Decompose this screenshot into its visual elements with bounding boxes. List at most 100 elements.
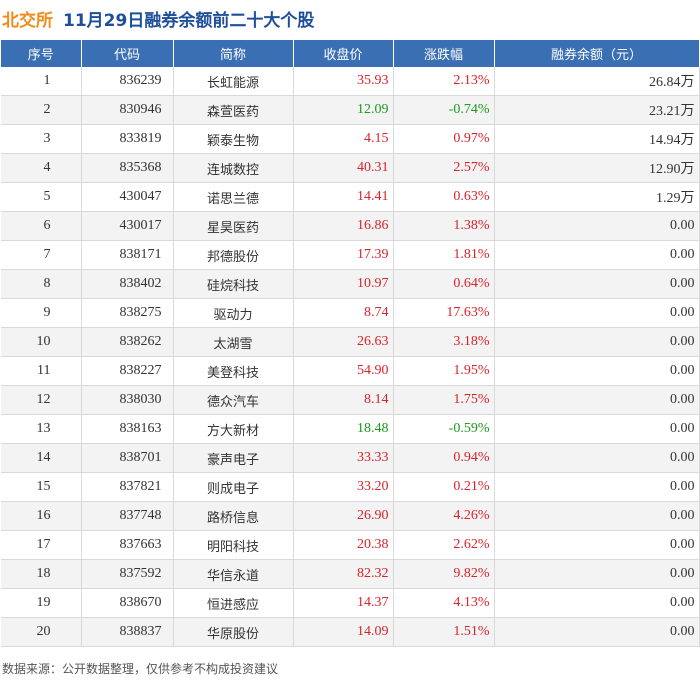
table-row: 10 838262 太湖雪 26.63 3.18% 0.00 [1,327,700,357]
table-row: 7 838171 邦德股份 17.39 1.81% 0.00 [1,240,700,270]
cell-change: 9.82% [393,559,495,589]
cell-change: 1.81% [393,240,495,270]
cell-close: 8.14 [293,385,394,415]
cell-change: 0.94% [393,443,495,473]
table-row: 9 838275 驱动力 8.74 17.63% 0.00 [1,298,700,328]
cell-close: 82.32 [293,559,394,589]
cell-index: 6 [1,211,82,241]
cell-index: 17 [1,530,82,560]
table-row: 8 838402 硅烷科技 10.97 0.64% 0.00 [1,269,700,299]
column-header-close: 收盘价 [293,40,394,67]
cell-change: 0.63% [393,182,495,212]
cell-close: 12.09 [293,95,394,125]
table-row: 3 833819 颖泰生物 4.15 0.97% 14.94万 [1,124,700,154]
cell-balance: 0.00 [494,298,700,328]
cell-index: 5 [1,182,82,212]
margin-short-table: 序号 代码 简称 收盘价 涨跌幅 融券余额（元） 1 836239 长虹能源 35.9… [1,40,700,647]
table-body: 1 836239 长虹能源 35.93 2.13% 26.84万 2 830946 森萱医药 12… [1,67,700,647]
cell-close: 4.15 [293,124,394,154]
cell-close: 8.74 [293,298,394,328]
cell-code: 430017 [81,211,174,241]
table-row: 16 837748 路桥信息 26.90 4.26% 0.00 [1,501,700,531]
cell-change: 1.75% [393,385,495,415]
cell-close: 26.90 [293,501,394,531]
cell-name: 诺思兰德 [173,182,294,212]
cell-balance: 0.00 [494,414,700,444]
cell-balance: 0.00 [494,327,700,357]
cell-change: 2.57% [393,153,495,183]
cell-close: 17.39 [293,240,394,270]
cell-change: 3.18% [393,327,495,357]
cell-change: -0.59% [393,414,495,444]
cell-balance: 0.00 [494,530,700,560]
cell-name: 驱动力 [173,298,294,328]
cell-name: 太湖雪 [173,327,294,357]
cell-balance: 23.21万 [494,95,700,125]
cell-name: 明阳科技 [173,530,294,560]
cell-balance: 1.29万 [494,182,700,212]
brand-label: 北交所 [2,10,53,31]
cell-balance: 0.00 [494,559,700,589]
cell-name: 路桥信息 [173,501,294,531]
cell-index: 20 [1,617,82,647]
cell-code: 838171 [81,240,174,270]
cell-change: -0.74% [393,95,495,125]
cell-index: 18 [1,559,82,589]
cell-balance: 0.00 [494,356,700,386]
cell-name: 长虹能源 [173,67,294,96]
table-row: 11 838227 美登科技 54.90 1.95% 0.00 [1,356,700,386]
cell-code: 836239 [81,67,174,96]
cell-change: 17.63% [393,298,495,328]
cell-index: 12 [1,385,82,415]
data-source-note: 数据来源：公开数据整理，仅供参考不构成投资建议 [2,662,279,676]
cell-code: 833819 [81,124,174,154]
cell-name: 华信永道 [173,559,294,589]
table-row: 4 835368 连城数控 40.31 2.57% 12.90万 [1,153,700,183]
cell-change: 0.64% [393,269,495,299]
column-header-code: 代码 [81,40,174,67]
cell-name: 美登科技 [173,356,294,386]
cell-close: 40.31 [293,153,394,183]
cell-change: 2.13% [393,67,495,96]
cell-change: 4.13% [393,588,495,618]
cell-code: 838227 [81,356,174,386]
cell-change: 0.21% [393,472,495,502]
cell-name: 豪声电子 [173,443,294,473]
table-row: 17 837663 明阳科技 20.38 2.62% 0.00 [1,530,700,560]
table-row: 14 838701 豪声电子 33.33 0.94% 0.00 [1,443,700,473]
table-row: 1 836239 长虹能源 35.93 2.13% 26.84万 [1,67,700,96]
cell-balance: 0.00 [494,385,700,415]
table-row: 2 830946 森萱医药 12.09 -0.74% 23.21万 [1,95,700,125]
cell-index: 7 [1,240,82,270]
cell-index: 15 [1,472,82,502]
cell-index: 1 [1,67,82,96]
cell-balance: 0.00 [494,588,700,618]
cell-change: 1.51% [393,617,495,647]
cell-index: 9 [1,298,82,328]
cell-name: 硅烷科技 [173,269,294,299]
column-header-name: 简称 [173,40,294,67]
table-row: 6 430017 星昊医药 16.86 1.38% 0.00 [1,211,700,241]
cell-code: 838163 [81,414,174,444]
cell-close: 14.41 [293,182,394,212]
cell-close: 14.09 [293,617,394,647]
cell-name: 方大新材 [173,414,294,444]
cell-index: 4 [1,153,82,183]
cell-index: 2 [1,95,82,125]
cell-code: 830946 [81,95,174,125]
cell-code: 838275 [81,298,174,328]
cell-index: 10 [1,327,82,357]
cell-index: 14 [1,443,82,473]
cell-name: 华原股份 [173,617,294,647]
cell-code: 835368 [81,153,174,183]
cell-balance: 0.00 [494,269,700,299]
page-title: 11月29日融券余额前二十大个股 [63,10,315,31]
cell-balance: 0.00 [494,472,700,502]
cell-code: 838701 [81,443,174,473]
table-row: 5 430047 诺思兰德 14.41 0.63% 1.29万 [1,182,700,212]
table-header-row: 序号 代码 简称 收盘价 涨跌幅 融券余额（元） [1,40,700,67]
cell-index: 19 [1,588,82,618]
cell-name: 邦德股份 [173,240,294,270]
cell-close: 10.97 [293,269,394,299]
table-row: 19 838670 恒进感应 14.37 4.13% 0.00 [1,588,700,618]
